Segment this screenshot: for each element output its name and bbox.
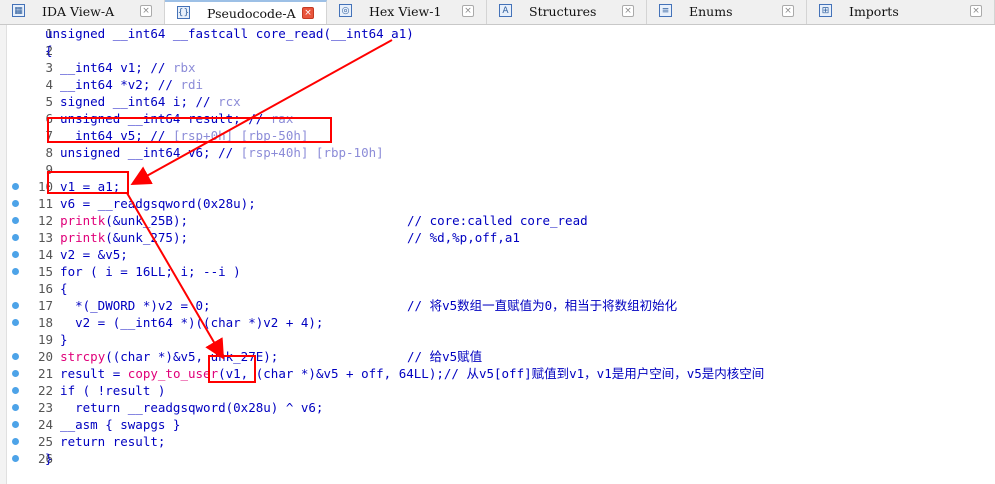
tab-label: Structures xyxy=(529,4,597,19)
tab-bar: ▦ IDA View-A ×{} Pseudocode-A × ◎ Hex View-1 × A… xyxy=(0,0,995,25)
code-line[interactable]: 3 __int64 v1; // rbx xyxy=(8,59,995,76)
hex-view-icon: ◎ xyxy=(339,4,352,17)
code-text: unsigned __int64 v6; // [rsp+40h] [rbp-1… xyxy=(45,145,384,160)
tab-imports[interactable]: ⊞ Imports × xyxy=(807,0,995,24)
code-line[interactable]: 20 strcpy((char *)&v5, unk_27E);// 给v5赋值 xyxy=(8,348,995,365)
tab-label: Pseudocode-A xyxy=(207,6,296,21)
code-text: strcpy((char *)&v5, unk_27E); xyxy=(60,349,279,364)
tab-structures[interactable]: A Structures × xyxy=(487,0,647,24)
code-text: __asm { swapgs } xyxy=(45,417,181,432)
code-comment: // 将v5数组一直赋值为0，相当于将数组初始化 xyxy=(407,298,678,313)
code-comment: // %d,%p,off,a1 xyxy=(407,230,520,245)
tab-close-icon[interactable]: × xyxy=(140,5,152,17)
code-line[interactable]: 8 unsigned __int64 v6; // [rsp+40h] [rbp… xyxy=(8,144,995,161)
line-number: 9 xyxy=(45,162,53,177)
code-comment: // core:called core_read xyxy=(407,213,588,228)
code-line[interactable]: 10 v1 = a1; xyxy=(8,178,995,195)
code-text: *(_DWORD *)v2 = 0; xyxy=(45,298,211,313)
code-text: { xyxy=(45,43,53,58)
code-text: v2 = (__int64 *)((char *)v2 + 4); xyxy=(45,315,324,330)
tab-label: IDA View-A xyxy=(42,4,115,19)
code-text: { xyxy=(45,281,68,296)
code-line[interactable]: 7 __int64 v5; // [rsp+0h] [rbp-50h] xyxy=(8,127,995,144)
code-line[interactable]: 5 signed __int64 i; // rcx xyxy=(8,93,995,110)
tab-label: Hex View-1 xyxy=(369,4,442,19)
tab-label: Enums xyxy=(689,4,733,19)
tab-close-icon[interactable]: × xyxy=(302,7,314,19)
ida-view-icon: ▦ xyxy=(12,4,25,17)
code-text: } xyxy=(45,451,53,466)
tab-close-icon[interactable]: × xyxy=(782,5,794,17)
code-text: } xyxy=(45,332,68,347)
code-line[interactable]: 22 if ( !result ) xyxy=(8,382,995,399)
code-text: v2 = &v5; xyxy=(45,247,128,262)
code-text: result = copy_to_user(v1, (char *)&v5 + … xyxy=(45,366,765,381)
code-text: for ( i = 16LL; i; --i ) xyxy=(45,264,241,279)
code-text: return __readgsqword(0x28u) ^ v6; xyxy=(45,400,324,415)
code-line[interactable]: 23 return __readgsqword(0x28u) ^ v6; xyxy=(8,399,995,416)
left-gutter-strip xyxy=(0,25,7,484)
code-text: if ( !result ) xyxy=(45,383,166,398)
tab-enums[interactable]: ≡ Enums × xyxy=(647,0,807,24)
code-line[interactable]: 9 xyxy=(8,161,995,178)
enums-icon: ≡ xyxy=(659,4,672,17)
code-text: printk(&unk_25B); xyxy=(60,213,189,228)
code-line[interactable]: 21 result = copy_to_user(v1, (char *)&v5… xyxy=(8,365,995,382)
code-line[interactable]: 14 v2 = &v5; xyxy=(8,246,995,263)
code-comment: // 给v5赋值 xyxy=(407,349,483,364)
tab-close-icon[interactable]: × xyxy=(462,5,474,17)
code-line[interactable]: 24 __asm { swapgs } xyxy=(8,416,995,433)
code-text: v1 = a1; xyxy=(45,179,121,194)
tab-hex-view-1[interactable]: ◎ Hex View-1 × xyxy=(327,0,487,24)
code-text: __int64 *v2; // rdi xyxy=(45,77,204,92)
code-line[interactable]: 18 v2 = (__int64 *)((char *)v2 + 4); xyxy=(8,314,995,331)
code-text: unsigned __int64 __fastcall core_read(__… xyxy=(45,26,414,41)
code-line[interactable]: 11 v6 = __readgsqword(0x28u); xyxy=(8,195,995,212)
code-line[interactable]: 26} xyxy=(8,450,995,467)
code-text: unsigned __int64 result; // rax xyxy=(45,111,294,126)
tab-close-icon[interactable]: × xyxy=(970,5,982,17)
tab-label: Imports xyxy=(849,4,899,19)
code-text: v6 = __readgsqword(0x28u); xyxy=(45,196,256,211)
imports-icon: ⊞ xyxy=(819,4,832,17)
tab-ida-view-a[interactable]: ▦ IDA View-A × xyxy=(0,0,165,24)
code-line[interactable]: 17 *(_DWORD *)v2 = 0;// 将v5数组一直赋值为0，相当于将… xyxy=(8,297,995,314)
code-line[interactable]: 25 return result; xyxy=(8,433,995,450)
code-line[interactable]: 13 printk(&unk_275);// %d,%p,off,a1 xyxy=(8,229,995,246)
tab-close-icon[interactable]: × xyxy=(622,5,634,17)
code-text: return result; xyxy=(45,434,166,449)
code-line[interactable]: 12 printk(&unk_25B);// core:called core_… xyxy=(8,212,995,229)
pseudocode-icon: {} xyxy=(177,6,190,19)
code-text: __int64 v1; // rbx xyxy=(45,60,196,75)
code-line[interactable]: 2{ xyxy=(8,42,995,59)
code-line[interactable]: 4 __int64 *v2; // rdi xyxy=(8,76,995,93)
tab-pseudocode-a[interactable]: {} Pseudocode-A × xyxy=(165,0,327,24)
code-line[interactable]: 1 unsigned __int64 __fastcall core_read(_… xyxy=(8,25,995,42)
code-line[interactable]: 6 unsigned __int64 result; // rax xyxy=(8,110,995,127)
code-line[interactable]: 15 for ( i = 16LL; i; --i ) xyxy=(8,263,995,280)
code-line[interactable]: 19 } xyxy=(8,331,995,348)
code-text: printk(&unk_275); xyxy=(60,230,189,245)
structures-icon: A xyxy=(499,4,512,17)
code-text: __int64 v5; // [rsp+0h] [rbp-50h] xyxy=(45,128,309,143)
code-text: signed __int64 i; // rcx xyxy=(45,94,241,109)
code-line[interactable]: 16 { xyxy=(8,280,995,297)
